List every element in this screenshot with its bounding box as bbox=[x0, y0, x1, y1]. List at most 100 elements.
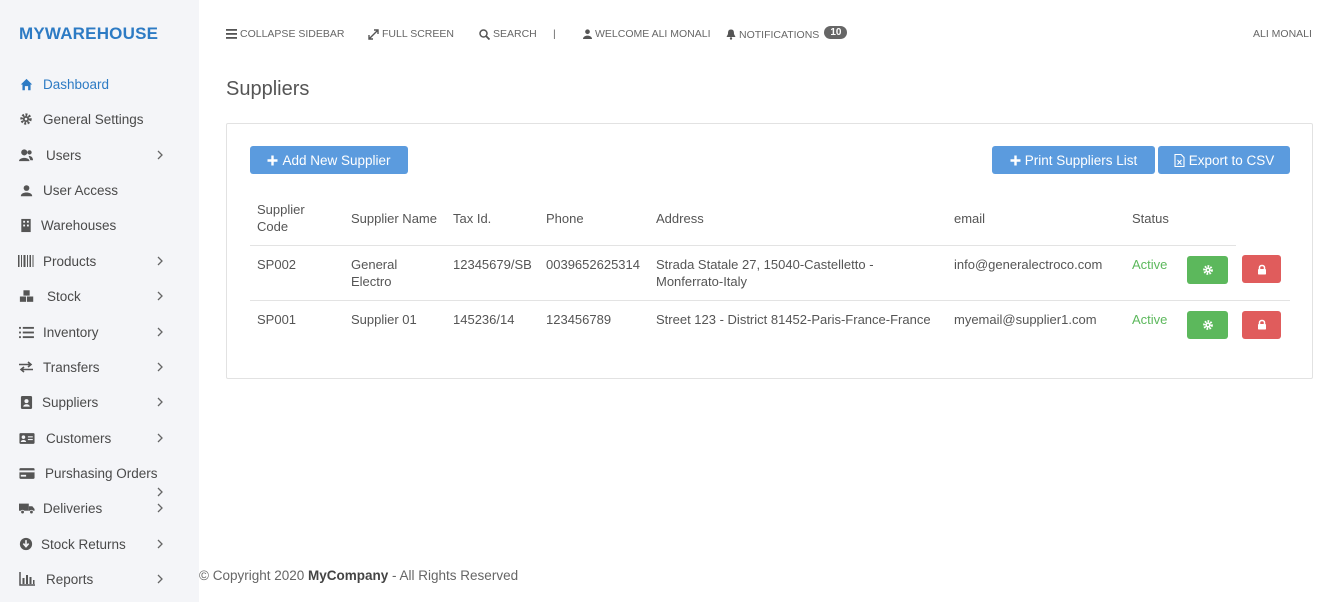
cell-supplier-code: SP001 bbox=[257, 311, 297, 327]
collapse-sidebar-button[interactable]: COLLAPSE SIDEBAR bbox=[226, 28, 344, 40]
chevron-right-icon bbox=[157, 256, 163, 266]
sidebar-item-purchasing-orders[interactable]: Purshasing Orders bbox=[0, 458, 199, 488]
notifications-label: NOTIFICATIONS bbox=[739, 28, 820, 41]
column-header-lock bbox=[1236, 192, 1290, 245]
sidebar-item-label: Suppliers bbox=[42, 394, 99, 410]
cell-edit bbox=[1180, 300, 1236, 355]
sidebar-item-warehouses[interactable]: Warehouses bbox=[0, 210, 199, 240]
sidebar-item-products[interactable]: Products bbox=[0, 246, 199, 276]
sidebar-item-label: Dashboard bbox=[43, 76, 110, 92]
cell-tax-id: 145236/14 bbox=[453, 311, 515, 327]
sidebar-item-stock[interactable]: Stock bbox=[0, 281, 199, 311]
cell-edit bbox=[1180, 245, 1236, 301]
sidebar-item-deliveries[interactable]: Deliveries bbox=[0, 493, 199, 523]
add-new-supplier-button[interactable]: Add New Supplier bbox=[250, 146, 408, 174]
file-excel-icon bbox=[1174, 153, 1185, 167]
sidebar-item-customers[interactable]: Customers bbox=[0, 423, 199, 453]
sidebar-item-label: Users bbox=[46, 147, 82, 163]
plus-icon bbox=[1010, 155, 1021, 165]
list-icon bbox=[18, 324, 34, 340]
sidebar-item-suppliers[interactable]: Suppliers bbox=[0, 387, 199, 417]
lock-icon bbox=[1257, 319, 1266, 330]
add-new-supplier-label: Add New Supplier bbox=[282, 152, 391, 168]
lock-supplier-button[interactable] bbox=[1242, 255, 1281, 283]
cell-phone: 0039652625314 bbox=[539, 245, 649, 301]
chevron-right-icon bbox=[157, 291, 163, 301]
chevron-right-icon bbox=[157, 539, 163, 549]
exchange-icon bbox=[18, 359, 34, 375]
cell-supplier-name: Supplier 01 bbox=[351, 311, 417, 327]
bar-chart-icon bbox=[19, 571, 35, 587]
gear-icon bbox=[1202, 319, 1213, 330]
sidebar-item-stock-returns[interactable]: Stock Returns bbox=[0, 529, 199, 559]
column-header-supplier-code[interactable]: Supplier Code bbox=[250, 192, 344, 246]
chevron-right-icon bbox=[157, 362, 163, 372]
column-header-supplier-name[interactable]: Supplier Name bbox=[344, 192, 446, 246]
truck-icon bbox=[19, 500, 35, 516]
sidebar-item-dashboard[interactable]: Dashboard bbox=[0, 69, 199, 99]
footer-copyright: © Copyright 2020 bbox=[199, 568, 309, 583]
edit-supplier-button[interactable] bbox=[1187, 310, 1228, 339]
full-screen-label: FULL SCREEN bbox=[382, 28, 454, 40]
table-row: SP002 General Electro 12345679/SB 003965… bbox=[250, 245, 1290, 301]
column-header-tax-id[interactable]: Tax Id. bbox=[446, 192, 539, 246]
column-header-email[interactable]: email bbox=[947, 192, 1125, 246]
search-label: SEARCH bbox=[493, 28, 537, 40]
footer-company[interactable]: MyCompany bbox=[308, 568, 388, 583]
sidebar-item-label: Purshasing Orders bbox=[45, 465, 158, 481]
suppliers-table: Supplier Code Supplier Name Tax Id. Phon… bbox=[250, 192, 1290, 355]
search-icon bbox=[479, 28, 490, 40]
cell-tax-id: 12345679/SB bbox=[446, 245, 539, 301]
page-title: Suppliers bbox=[226, 78, 310, 100]
sidebar-item-label: Deliveries bbox=[43, 500, 103, 516]
search-button[interactable]: SEARCH bbox=[479, 28, 537, 40]
edit-supplier-button[interactable] bbox=[1187, 255, 1228, 284]
sidebar-item-users[interactable]: Users bbox=[0, 140, 199, 170]
sidebar: MYWAREHOUSE Dashboard General Settings U… bbox=[0, 0, 199, 602]
chevron-right-icon bbox=[157, 433, 163, 443]
print-suppliers-list-button[interactable]: Print Suppliers List bbox=[992, 146, 1155, 174]
cell-address: Street 123 - District 81452-Paris-France… bbox=[656, 311, 931, 327]
address-card-icon bbox=[19, 430, 35, 446]
cell-lock bbox=[1236, 245, 1290, 301]
collapse-sidebar-label: COLLAPSE SIDEBAR bbox=[240, 28, 345, 40]
chevron-right-icon bbox=[157, 150, 163, 160]
sidebar-item-label: Inventory bbox=[43, 324, 99, 340]
sidebar-item-general-settings[interactable]: General Settings bbox=[0, 104, 199, 134]
welcome-label: WELCOME ALI MONALI bbox=[595, 28, 711, 40]
export-to-csv-button[interactable]: Export to CSV bbox=[1158, 146, 1290, 174]
column-header-phone[interactable]: Phone bbox=[539, 192, 649, 246]
footer: © Copyright 2020 MyCompany - All Rights … bbox=[199, 568, 518, 583]
bell-icon bbox=[726, 29, 736, 40]
cell-supplier-name: General Electro bbox=[344, 245, 446, 301]
column-header-status[interactable]: Status bbox=[1125, 192, 1180, 246]
notifications-count-badge: 10 bbox=[824, 26, 848, 39]
sidebar-item-label: Stock bbox=[47, 288, 81, 304]
user-menu[interactable]: ALI MONALI bbox=[1253, 28, 1312, 40]
sidebar-item-inventory[interactable]: Inventory bbox=[0, 317, 199, 347]
lock-icon bbox=[1257, 264, 1266, 274]
notifications-button[interactable]: NOTIFICATIONS 10 bbox=[726, 26, 848, 41]
expand-icon bbox=[368, 28, 379, 40]
sidebar-item-user-access[interactable]: User Access bbox=[0, 175, 199, 205]
chevron-right-icon bbox=[157, 503, 163, 513]
welcome-user[interactable]: WELCOME ALI MONALI bbox=[583, 28, 711, 40]
column-header-address[interactable]: Address bbox=[649, 192, 947, 246]
gear-icon bbox=[1202, 264, 1213, 275]
cell-address: Strada Statale 27, 15040-Castelletto - M… bbox=[649, 245, 947, 301]
brand-logo[interactable]: MYWAREHOUSE bbox=[19, 24, 158, 44]
plus-icon bbox=[267, 155, 278, 165]
cell-email: myemail@supplier1.com bbox=[954, 311, 1097, 327]
cell-phone: 123456789 bbox=[546, 311, 612, 327]
full-screen-button[interactable]: FULL SCREEN bbox=[368, 28, 454, 40]
lock-supplier-button[interactable] bbox=[1242, 310, 1281, 339]
sidebar-item-label: Warehouses bbox=[41, 217, 117, 233]
chevron-right-icon bbox=[157, 397, 163, 407]
sidebar-item-transfers[interactable]: Transfers bbox=[0, 352, 199, 382]
table-row: SP001 Supplier 01 145236/14 123456789 St… bbox=[250, 300, 1290, 355]
column-header-edit bbox=[1180, 192, 1236, 246]
cubes-icon bbox=[19, 288, 35, 304]
sidebar-item-label: General Settings bbox=[43, 111, 144, 127]
user-icon bbox=[583, 29, 592, 39]
sidebar-item-reports[interactable]: Reports bbox=[0, 564, 199, 594]
